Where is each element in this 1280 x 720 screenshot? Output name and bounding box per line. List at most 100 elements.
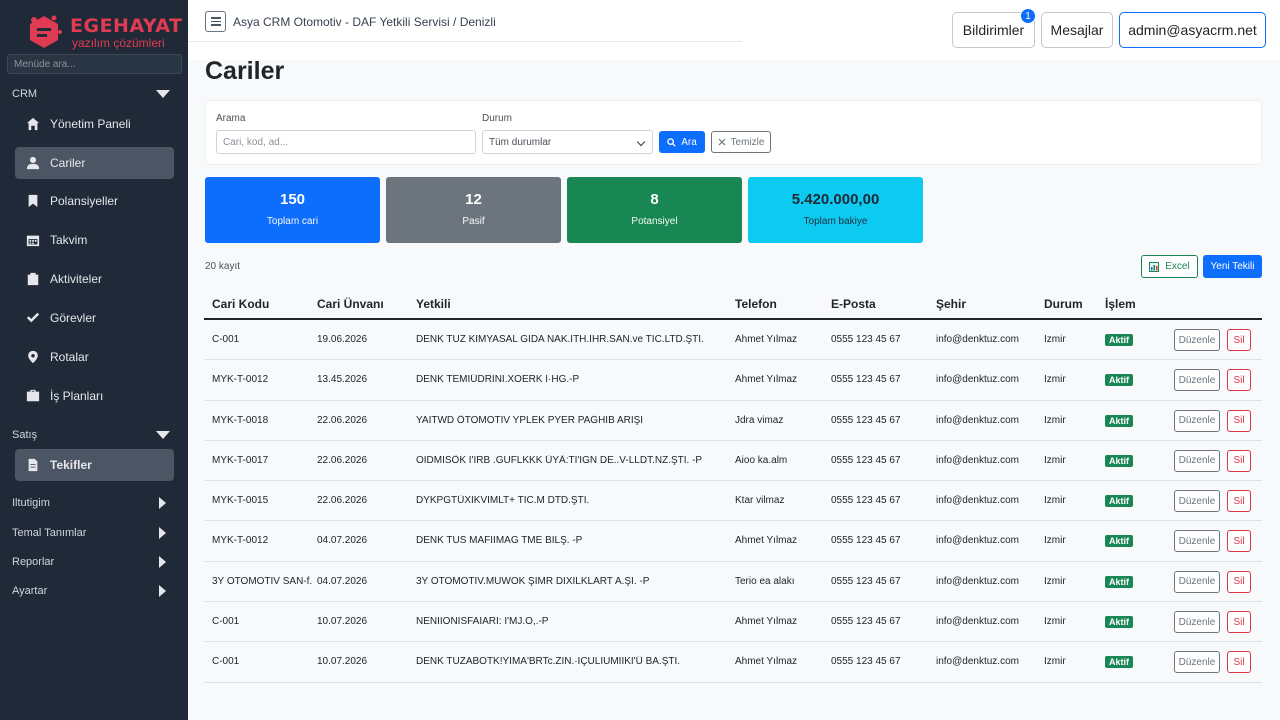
table-row[interactable]: C-001 10.07.2026 NENİIONİSFAIARİ: I'MJ.O,.… — [204, 602, 1262, 643]
column-header: Cari Kodu — [212, 297, 270, 311]
cell-phone: 0555 123 45 67 — [831, 495, 901, 507]
table-row[interactable]: MYK-T-0012 04.07.2026 DENK TUS MAFIIMAG TM… — [204, 521, 1262, 562]
edit-button[interactable]: Düzenle — [1174, 490, 1220, 513]
table-row[interactable]: MYK-T-0012 13.45.2026 DENK TEMIÜDRINI.XOER… — [204, 360, 1262, 401]
delete-button[interactable]: Sil — [1227, 530, 1251, 553]
cell-phone: 0555 123 45 67 — [831, 535, 901, 547]
sidebar-section-iletisim[interactable]: Iltutigim — [12, 493, 170, 513]
sidebar-section-satis[interactable]: Satış — [12, 425, 170, 445]
cell-email: info@denktuz.com — [936, 535, 1019, 547]
stat-card-passive: 12 Pasif — [386, 177, 561, 243]
cell-contact: Ahmet Yılmaz — [735, 535, 798, 547]
sidebar-item-potansiyeller[interactable]: Polansiyeller — [15, 185, 174, 217]
table-row[interactable]: 3Y OTOMOTİV SAN-f.. 04.07.2026 3Y OTOMOTİV… — [204, 562, 1262, 603]
sidebar-section-crm[interactable]: CRM — [12, 84, 170, 104]
sidebar-item-yonetim-paneli[interactable]: Yönetim Paneli — [15, 108, 174, 140]
delete-button[interactable]: Sil — [1227, 409, 1251, 432]
chevron-right-icon — [159, 497, 166, 509]
menu-toggle-button[interactable] — [205, 11, 226, 32]
cell-phone: 0555 123 45 67 — [831, 616, 901, 628]
status-select[interactable]: Tüm durumlar — [482, 130, 653, 154]
cell-city: İzmir — [1044, 374, 1066, 386]
cell-code: C-001 — [212, 616, 240, 628]
sidebar-item-label: Cariler — [50, 156, 86, 170]
edit-button[interactable]: Düzenle — [1174, 409, 1220, 432]
sidebar-section-label: CRM — [12, 88, 38, 100]
cell-contact: Terio ea alakı — [735, 575, 795, 587]
chevron-right-icon — [159, 585, 166, 597]
sidebar-item-label: İş Planları — [50, 389, 104, 403]
sidebar-item-label: Aktiviteler — [50, 272, 103, 286]
table-row[interactable]: C-001 10.07.2026 DENK TUZABOTK!YIMA'BRTc.Z… — [204, 642, 1262, 683]
edit-button[interactable]: Düzenle — [1174, 611, 1220, 634]
delete-button[interactable]: Sil — [1227, 611, 1251, 634]
messages-label: Mesajlar — [1050, 22, 1104, 38]
delete-button[interactable]: Sil — [1227, 490, 1251, 513]
brand-subtitle: yazılım çözümleri — [72, 36, 165, 50]
sidebar-item-takvim[interactable]: Takvim — [15, 224, 174, 256]
user-email: admin@asyacrm.net — [1128, 22, 1257, 38]
sidebar-search-input[interactable] — [7, 54, 182, 74]
stat-value: 12 — [465, 191, 482, 208]
search-input[interactable]: Cari, kod, ad... — [216, 130, 476, 154]
cell-phone: 0555 123 45 67 — [831, 575, 901, 587]
excel-export-button[interactable]: Excel — [1141, 255, 1198, 278]
sidebar-section-temel-tanimlar[interactable]: Temal Tanımlar — [12, 523, 170, 543]
cell-date: 22.06.2026 — [317, 495, 368, 507]
delete-button[interactable]: Sil — [1227, 329, 1251, 351]
new-record-button[interactable]: Yeni Tekili — [1203, 255, 1262, 278]
delete-button[interactable]: Sil — [1227, 651, 1251, 674]
sidebar-item-rotalar[interactable]: Rotalar — [15, 341, 174, 373]
cell-contact: Aioo ka.alm — [735, 454, 788, 466]
cell-title: NENİIONİSFAIARİ: I'MJ.O,.-P — [416, 616, 549, 628]
table-row[interactable]: MYK-T-0018 22.06.2026 YAITWD ÖTOMOTİV YPLE… — [204, 401, 1262, 441]
edit-button[interactable]: Düzenle — [1174, 449, 1220, 472]
sidebar-item-teklifler[interactable]: Tekifler — [15, 449, 174, 481]
sidebar-section-raporlar[interactable]: Reporlar — [12, 552, 170, 572]
sidebar-item-cariler[interactable]: Cariler — [15, 147, 174, 179]
sidebar-section-label: Ayartar — [12, 585, 48, 597]
edit-button[interactable]: Düzenle — [1174, 329, 1220, 351]
column-header: Yetkili — [416, 297, 451, 311]
user-menu-button[interactable]: admin@asyacrm.net — [1119, 12, 1266, 48]
cell-email: info@denktuz.com — [936, 374, 1019, 386]
clear-button[interactable]: Temizle — [711, 131, 771, 153]
cell-phone: 0555 123 45 67 — [831, 454, 901, 466]
edit-button[interactable]: Düzenle — [1174, 369, 1220, 392]
cell-contact: Ahmet Yılmaz — [735, 616, 798, 628]
cell-date: 10.07.2026 — [317, 656, 368, 668]
cell-title: YAITWD ÖTOMOTİV YPLEK PYER PAĞHİB ARİŞİ — [416, 414, 644, 426]
edit-button[interactable]: Düzenle — [1174, 570, 1220, 593]
chevron-right-icon — [159, 527, 166, 539]
excel-button-label: Excel — [1165, 261, 1190, 272]
table-body: C-001 19.06.2026 DENK TUZ KİMYASAL GIDA NA… — [204, 320, 1262, 683]
table-row[interactable]: MYK-T-0017 22.06.2026 OIDMISÖK I'IRB .GUFL… — [204, 441, 1262, 482]
status-badge: Aktif — [1105, 414, 1133, 427]
brand-logo[interactable]: EGEHAYAT yazılım çözümleri — [24, 10, 182, 50]
stat-label: Toplam bakiye — [803, 216, 868, 227]
sidebar-item-gorevler[interactable]: Görevler — [15, 302, 174, 334]
top-bar: Asya CRM Otomotiv - DAF Yetkili Servisi … — [188, 0, 742, 42]
cell-contact: Ktar vilmaz — [735, 495, 785, 507]
cell-code: MYK-T-0017 — [212, 454, 269, 466]
delete-button[interactable]: Sil — [1227, 449, 1251, 472]
sidebar-section-label: Iltutigim — [12, 497, 50, 509]
search-button[interactable]: Ara — [659, 131, 705, 153]
cell-title: DENK TEMIÜDRINI.XOERK I·HG.-P — [416, 374, 580, 386]
table-row[interactable]: MYK-T-0015 22.06.2026 DYKPGTÜXIKVIMLT+ TİC… — [204, 481, 1262, 522]
top-actions: Bildirimler 1 Mesajlar admin@asyacrm.net — [742, 0, 1280, 60]
brand-hexagon-icon — [30, 15, 62, 48]
cell-code: MYK-T-0012 — [212, 535, 269, 547]
cell-title: 3Y OTOMOTİV.MUWOK ŞIMR DIXILKLART A.ŞI. … — [416, 575, 650, 587]
delete-button[interactable]: Sil — [1227, 369, 1251, 392]
delete-button[interactable]: Sil — [1227, 570, 1251, 593]
messages-button[interactable]: Mesajlar — [1041, 12, 1113, 48]
sidebar-item-aktiviteler[interactable]: Aktiviteler — [15, 263, 174, 295]
sidebar-item-is-planlari[interactable]: İş Planları — [15, 380, 174, 412]
stat-label: Toplam cari — [266, 216, 319, 227]
table-row[interactable]: C-001 19.06.2026 DENK TUZ KİMYASAL GIDA NA… — [204, 320, 1262, 361]
sidebar-section-ayarlar[interactable]: Ayartar — [12, 581, 170, 601]
edit-button[interactable]: Düzenle — [1174, 530, 1220, 553]
stat-card-balance: 5.420.000,00 Toplam bakiye — [748, 177, 923, 243]
edit-button[interactable]: Düzenle — [1174, 651, 1220, 674]
